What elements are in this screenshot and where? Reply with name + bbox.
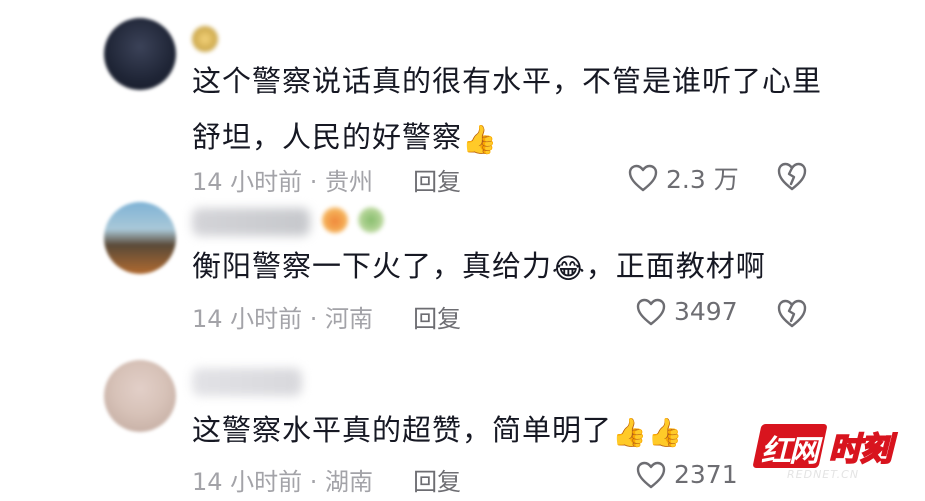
avatar[interactable] (104, 202, 176, 274)
comment-text: 这警察水平真的超赞，简单明了👍👍 (192, 402, 832, 458)
thumbs-up-emoji-icon: 👍👍 (612, 416, 684, 449)
laughing-emoji-icon: 😂 (552, 252, 586, 285)
avatar[interactable] (104, 360, 176, 432)
like-count: 3497 (674, 297, 738, 326)
comment-meta: 14 小时前 · 湖南 回复 (192, 462, 461, 497)
watermark-badge-text: 红网 (761, 434, 819, 469)
comment-text-line: 衡阳警察一下火了，真给力😂，正面教材啊 (192, 238, 832, 294)
comment-text: 衡阳警察一下火了，真给力😂，正面教材啊 (192, 238, 832, 294)
timestamp-location: 14 小时前 · 贵州 (192, 168, 374, 196)
watermark-text: 时刻 (828, 429, 893, 469)
rednet-watermark-logo: 红网 时刻 REDNET.CN (752, 424, 907, 482)
username-emoji-icon (322, 207, 348, 233)
like-button[interactable]: 3497 (636, 297, 738, 326)
comment-text-segment: ，正面教材啊 (585, 249, 766, 283)
heart-outline-icon (628, 164, 658, 192)
like-button[interactable]: 2.3 万 (628, 160, 739, 196)
broken-heart-icon (777, 299, 807, 328)
like-button[interactable]: 2371 (636, 460, 738, 489)
comment-text-line: 这警察水平真的超赞，简单明了👍👍 (192, 402, 832, 458)
comment-meta: 14 小时前 · 河南 回复 (192, 299, 461, 334)
avatar[interactable] (104, 18, 176, 90)
username[interactable] (192, 368, 302, 396)
comment-list: 这个警察说话真的很有水平，不管是谁听了心里 舒坦，人民的好警察👍 14 小时前 … (0, 0, 925, 501)
username-emoji-icon (192, 26, 218, 52)
comment-text-line: 这个警察说话真的很有水平，不管是谁听了心里 (192, 64, 823, 98)
comment-text-line: 舒坦，人民的好警察👍 (192, 109, 832, 165)
broken-heart-icon (777, 162, 807, 191)
reply-button[interactable]: 回复 (413, 462, 461, 497)
timestamp-location: 14 小时前 · 湖南 (192, 468, 374, 496)
reply-button[interactable]: 回复 (413, 162, 461, 197)
heart-outline-icon (636, 461, 666, 488)
dislike-button[interactable] (776, 298, 808, 328)
reply-button[interactable]: 回复 (413, 299, 461, 334)
dislike-button[interactable] (776, 161, 808, 191)
comment-text-segment: 舒坦，人民的好警察 (192, 120, 463, 154)
watermark-subtext: REDNET.CN (787, 468, 860, 481)
timestamp-location: 14 小时前 · 河南 (192, 305, 374, 333)
comment-text: 这个警察说话真的很有水平，不管是谁听了心里 舒坦，人民的好警察👍 (192, 53, 832, 165)
like-count: 2.3 万 (666, 165, 739, 194)
thumbs-up-emoji-icon: 👍 (462, 123, 498, 156)
comment-text-segment: 这警察水平真的超赞，简单明了 (192, 413, 613, 447)
heart-outline-icon (636, 298, 666, 325)
username-emoji-icon (358, 207, 384, 233)
username[interactable] (192, 208, 310, 236)
comment-text-segment: 衡阳警察一下火了，真给力 (192, 249, 553, 283)
like-count: 2371 (674, 460, 738, 489)
comment-meta: 14 小时前 · 贵州 回复 (192, 162, 461, 197)
